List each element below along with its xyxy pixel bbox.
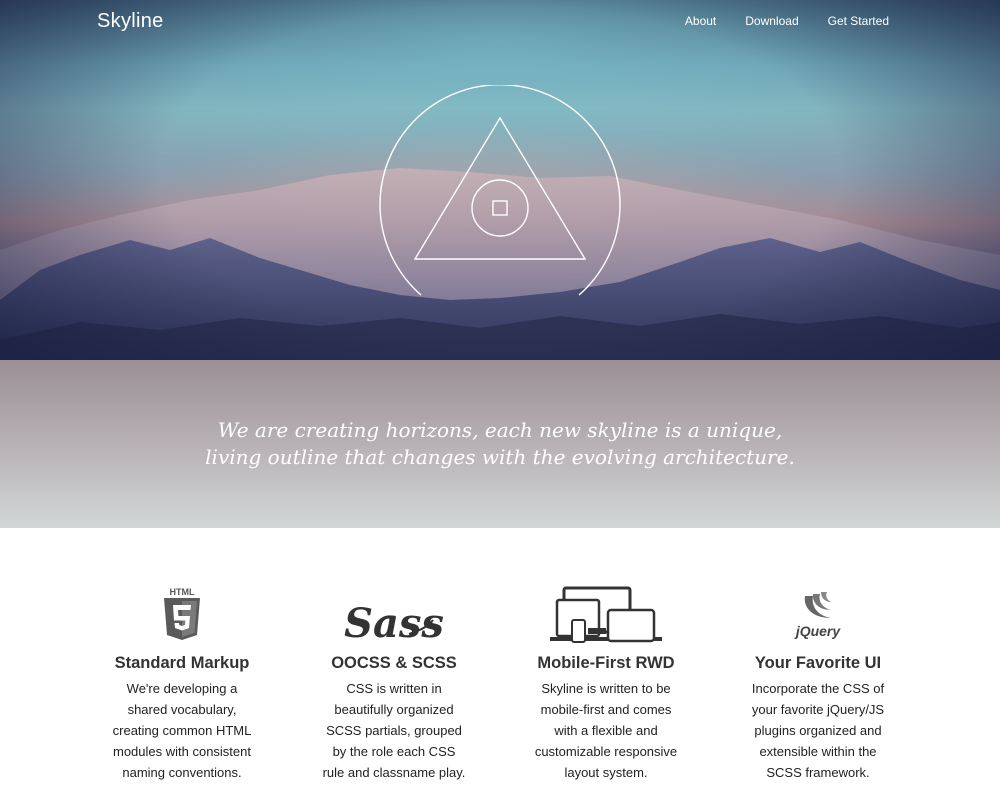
feature-description: CSS is written in beautifully organized … xyxy=(309,678,479,783)
feature-description: We're developing a shared vocabulary, cr… xyxy=(97,678,267,783)
jquery-icon: jQuery xyxy=(794,592,842,639)
tagline-section: We are creating horizons, each new skyli… xyxy=(0,360,1000,528)
feature-line: by the role each CSS xyxy=(332,744,456,759)
jquery-label: jQuery xyxy=(794,623,842,639)
nav-item-about[interactable]: About xyxy=(685,13,716,29)
feature-title: Standard Markup xyxy=(114,654,250,672)
feature-line: SCSS partials, grouped xyxy=(326,723,462,738)
feature-title: OOCSS & SCSS xyxy=(331,654,457,672)
feature-line: layout system. xyxy=(564,765,648,780)
feature-line: creating common HTML xyxy=(112,723,252,738)
html5-label: HTML xyxy=(170,587,195,597)
feature-title: Your Favorite UI xyxy=(754,654,882,672)
feature-description: Skyline is written to be mobile-first an… xyxy=(521,678,691,783)
skyline-emblem-icon xyxy=(379,85,621,296)
feature-line: plugins organized and xyxy=(754,723,882,738)
main-nav: About Download Get Started xyxy=(685,13,889,29)
feature-line: CSS is written in xyxy=(346,681,442,696)
feature-line: Incorporate the CSS of xyxy=(751,681,885,696)
feature-line: Skyline is written to be xyxy=(541,681,671,696)
feature-line: shared vocabulary, xyxy=(127,702,237,717)
html5-icon: HTML xyxy=(164,587,200,640)
feature-line: SCSS framework. xyxy=(766,765,870,780)
feature-line: We're developing a xyxy=(126,681,238,696)
brand-logo[interactable]: Skyline xyxy=(97,8,164,34)
tagline-line-2: living outline that changes with the evo… xyxy=(205,445,795,469)
sass-icon: Sass xyxy=(344,600,444,646)
feature-line: naming conventions. xyxy=(122,765,242,780)
feature-line: modules with consistent xyxy=(112,744,251,759)
feature-line: beautifully organized xyxy=(334,702,454,717)
hero-banner: Skyline About Download Get Started xyxy=(0,0,1000,360)
feature-line: mobile-first and comes xyxy=(540,702,672,717)
feature-line: customizable responsive xyxy=(534,744,678,759)
feature-line: with a flexible and xyxy=(554,723,658,738)
nav-item-get-started[interactable]: Get Started xyxy=(828,13,889,29)
features-section: HTML Standard Markup We're developing a … xyxy=(0,528,1000,800)
feature-line: rule and classname play. xyxy=(322,765,466,780)
nav-item-download[interactable]: Download xyxy=(745,13,798,29)
feature-line: your favorite jQuery/JS xyxy=(751,702,885,717)
tagline-text: We are creating horizons, each new skyli… xyxy=(0,417,1000,471)
feature-line: extensible within the xyxy=(759,744,877,759)
devices-icon xyxy=(550,586,662,643)
feature-title: Mobile-First RWD xyxy=(537,654,675,672)
feature-description: Incorporate the CSS of your favorite jQu… xyxy=(733,678,903,783)
tagline-line-1: We are creating horizons, each new skyli… xyxy=(217,418,783,442)
